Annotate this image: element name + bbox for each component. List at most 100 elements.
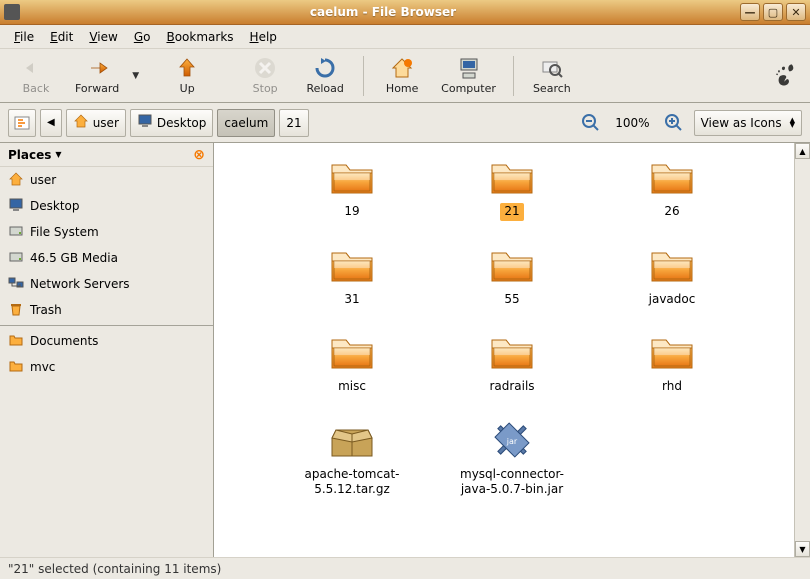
file-item[interactable]: 21: [437, 153, 587, 225]
file-item[interactable]: apache-tomcat-5.5.12.tar.gz: [277, 416, 427, 503]
file-item[interactable]: radrails: [437, 328, 587, 400]
view-mode-select[interactable]: View as Icons ▲▼: [694, 110, 802, 136]
zoom-out-button[interactable]: [575, 109, 607, 137]
home-button[interactable]: Home: [372, 53, 432, 98]
menu-help[interactable]: Help: [242, 27, 285, 47]
gnome-logo-icon: [772, 62, 800, 90]
back-arrow-icon: [24, 56, 48, 80]
archive-icon: [328, 420, 376, 460]
reload-button[interactable]: Reload: [295, 53, 355, 98]
up-button[interactable]: Up: [157, 53, 217, 98]
menu-bookmarks[interactable]: Bookmarks: [158, 27, 241, 47]
sidebar-item-desktop[interactable]: Desktop: [0, 193, 213, 219]
sidebar: Places ▼ ⊗ userDesktopFile System46.5 GB…: [0, 143, 214, 557]
statusbar: "21" selected (containing 11 items): [0, 557, 810, 579]
network-icon: [8, 275, 24, 294]
disk-icon: [8, 249, 24, 268]
menu-go[interactable]: Go: [126, 27, 159, 47]
search-button[interactable]: Search: [522, 53, 582, 98]
menu-view[interactable]: View: [81, 27, 125, 47]
sidebar-header[interactable]: Places ▼ ⊗: [0, 143, 213, 167]
path-segment-21[interactable]: 21: [279, 109, 308, 137]
status-text: "21" selected (containing 11 items): [8, 562, 221, 576]
sidebar-item-user[interactable]: user: [0, 167, 213, 193]
chevron-down-icon: ▼: [55, 150, 61, 159]
file-item[interactable]: 26: [597, 153, 747, 225]
locationbar: ◀ userDesktopcaelum21 100% View as Icons…: [0, 103, 810, 143]
disk-icon: [8, 223, 24, 242]
trash-icon: [8, 301, 24, 320]
folder-icon: [328, 332, 376, 372]
sidebar-item-file-system[interactable]: File System: [0, 219, 213, 245]
scroll-up-button[interactable]: ▲: [795, 143, 810, 159]
svg-text:jar: jar: [506, 437, 518, 446]
file-name-label: radrails: [485, 378, 538, 396]
forward-dropdown-icon[interactable]: ▼: [132, 71, 139, 81]
file-item[interactable]: rhd: [597, 328, 747, 400]
up-arrow-icon: [175, 56, 199, 80]
file-item[interactable]: jar mysql-connector-java-5.0.7-bin.jar: [437, 416, 587, 503]
close-button[interactable]: ✕: [786, 3, 806, 21]
zoom-in-button[interactable]: [658, 109, 690, 137]
sidebar-item-mvc[interactable]: mvc: [0, 354, 213, 380]
file-content-area[interactable]: 19 21 26 31 55 javadoc misc radrails rhd apache-t…: [214, 143, 810, 557]
sidebar-close-button[interactable]: ⊗: [193, 147, 205, 163]
reload-icon: [313, 56, 337, 80]
file-name-label: 26: [660, 203, 683, 221]
folder-icon: [648, 245, 696, 285]
file-item[interactable]: 55: [437, 241, 587, 313]
back-button: Back: [6, 53, 66, 98]
file-item[interactable]: misc: [277, 328, 427, 400]
file-item[interactable]: 31: [277, 241, 427, 313]
toolbar-separator: [363, 56, 364, 96]
file-name-label: 21: [500, 203, 523, 221]
titlebar: caelum - File Browser — ▢ ✕: [0, 0, 810, 25]
home-icon: [8, 171, 24, 190]
search-icon: [540, 56, 564, 80]
jar-icon: jar: [488, 420, 536, 460]
view-mode-label: View as Icons: [701, 116, 782, 130]
location-toggle-button[interactable]: [8, 109, 36, 137]
stop-button: Stop: [235, 53, 295, 98]
path-segment-caelum[interactable]: caelum: [217, 109, 275, 137]
scrollbar-vertical[interactable]: ▲ ▼: [794, 143, 810, 557]
folder-icon: [8, 332, 24, 351]
sidebar-item-46-5-gb-media[interactable]: 46.5 GB Media: [0, 245, 213, 271]
menubar: File Edit View Go Bookmarks Help: [0, 25, 810, 49]
file-item[interactable]: 19: [277, 153, 427, 225]
folder-icon: [488, 332, 536, 372]
forward-button[interactable]: Forward: [66, 53, 128, 98]
file-name-label: apache-tomcat-5.5.12.tar.gz: [282, 466, 422, 499]
sidebar-item-trash[interactable]: Trash: [0, 297, 213, 323]
window-title: caelum - File Browser: [26, 5, 740, 19]
file-name-label: rhd: [658, 378, 686, 396]
menu-edit[interactable]: Edit: [42, 27, 81, 47]
file-name-label: mysql-connector-java-5.0.7-bin.jar: [442, 466, 582, 499]
maximize-button[interactable]: ▢: [763, 3, 783, 21]
stop-icon: [253, 56, 277, 80]
file-item[interactable]: javadoc: [597, 241, 747, 313]
toolbar: Back Forward ▼ Up Stop Reload Home Compu…: [0, 49, 810, 103]
folder-icon: [328, 157, 376, 197]
file-name-label: 31: [340, 291, 363, 309]
path-segment-desktop[interactable]: Desktop: [130, 109, 214, 137]
zoom-level: 100%: [611, 116, 653, 130]
folder-icon: [328, 245, 376, 285]
folder-icon: [648, 332, 696, 372]
toolbar-separator: [513, 56, 514, 96]
file-name-label: 55: [500, 291, 523, 309]
computer-icon: [457, 56, 481, 80]
computer-button[interactable]: Computer: [432, 53, 505, 98]
main-area: Places ▼ ⊗ userDesktopFile System46.5 GB…: [0, 143, 810, 557]
menu-file[interactable]: File: [6, 27, 42, 47]
updown-stepper-icon: ▲▼: [790, 118, 795, 126]
path-segment-user[interactable]: user: [66, 109, 126, 137]
sidebar-item-documents[interactable]: Documents: [0, 328, 213, 354]
file-name-label: misc: [334, 378, 370, 396]
file-name-label: javadoc: [645, 291, 700, 309]
path-back-button[interactable]: ◀: [40, 109, 62, 137]
sidebar-item-network-servers[interactable]: Network Servers: [0, 271, 213, 297]
home-icon: [390, 56, 414, 80]
scroll-down-button[interactable]: ▼: [795, 541, 810, 557]
minimize-button[interactable]: —: [740, 3, 760, 21]
